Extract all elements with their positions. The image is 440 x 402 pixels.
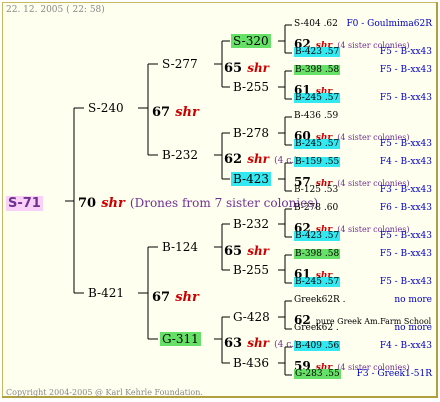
root-info: 70 shr (Drones from 7 sister colonies) [78, 192, 318, 211]
gen2-num: 62 [224, 152, 243, 167]
root-note: (Drones from 7 sister colonies) [129, 196, 319, 210]
gen2-shr: shr [247, 244, 269, 258]
gen1-info-1: 67 shr [152, 286, 199, 305]
gen4-top-id[interactable]: Greek62R . [294, 295, 346, 305]
gen2-num: 65 [224, 244, 243, 259]
gen3-node-0[interactable]: S-320 [231, 34, 271, 48]
gen4-right-bottom: F3 - Greek1-51R [356, 369, 432, 379]
gen4-right-top: F4 - B-xx43 [379, 157, 432, 167]
gen2-info-3: 63 shr (4 c.) [224, 332, 298, 351]
gen4-top-id[interactable]: B-398 .58 [294, 249, 341, 259]
gen4-bottom-id[interactable]: Greek62 . [294, 323, 339, 333]
gen4-bottom-id[interactable]: B-245 .57 [294, 93, 341, 103]
gen4-top-id[interactable]: B-409 .56 [294, 341, 341, 351]
gen1-num: 67 [152, 105, 171, 120]
gen1-shr: shr [175, 290, 199, 305]
gen4-right-top: F0 - Goulmima62R [346, 19, 432, 29]
gen2-node-3[interactable]: G-311 [160, 332, 201, 346]
gen3-node-2[interactable]: B-278 [233, 126, 269, 140]
gen2-node-2[interactable]: B-124 [162, 240, 198, 254]
gen2-info-1: 62 shr (4 c.) [224, 148, 298, 167]
gen3-node-6[interactable]: G-428 [233, 310, 270, 324]
gen4-right-top: F5 - B-xx43 [379, 249, 432, 259]
gen3-node-4[interactable]: B-232 [233, 217, 269, 231]
gen2-node-0[interactable]: S-277 [162, 57, 198, 71]
gen4-right-bottom: F3 - B-xx43 [379, 185, 432, 195]
gen3-node-5[interactable]: B-255 [233, 263, 269, 277]
gen4-bottom-id[interactable]: B-423 .57 [294, 231, 341, 241]
gen4-right-bottom: F5 - B-xx43 [379, 231, 432, 241]
gen4-bottom-id[interactable]: B-423 .57 [294, 47, 341, 57]
gen3-node-7[interactable]: B-436 [233, 356, 269, 370]
gen4-right-top: no more [394, 295, 432, 305]
gen1-node-0[interactable]: S-240 [88, 101, 124, 115]
gen3-node-3[interactable]: B-423 [231, 172, 271, 186]
gen2-shr: shr [247, 152, 269, 166]
gen1-num: 67 [152, 290, 171, 305]
gen4-top-id[interactable]: B-436 .59 [294, 111, 338, 121]
gen4-right-top: F4 - B-xx43 [379, 341, 432, 351]
gen4-right-bottom: F5 - B-xx43 [379, 139, 432, 149]
gen1-node-1[interactable]: B-421 [88, 286, 124, 300]
gen2-num: 65 [224, 61, 243, 76]
root-id: S-71 [6, 196, 43, 211]
gen2-shr: shr [247, 61, 269, 75]
gen4-right-bottom: F5 - B-xx43 [379, 277, 432, 287]
gen4-right-top: F5 - B-xx43 [379, 65, 432, 75]
pedigree-page: 22. 12. 2005 ( 22: 58) Copyright 2004-20… [2, 2, 438, 398]
gen4-right-bottom: no more [394, 323, 432, 333]
gen2-shr: shr [247, 336, 269, 350]
gen4-bottom-id[interactable]: B-245 .57 [294, 277, 341, 287]
gen4-bottom-id[interactable]: B-125 .53 [294, 185, 338, 195]
gen2-num: 63 [224, 336, 243, 351]
gen2-info-0: 65 shr [224, 57, 269, 76]
gen4-right-top: F6 - B-xx43 [379, 203, 432, 213]
gen4-right-bottom: F5 - B-xx43 [379, 47, 432, 57]
gen1-info-0: 67 shr [152, 101, 199, 120]
gen4-bottom-id[interactable]: G-283 .55 [294, 369, 341, 379]
gen4-top-id[interactable]: B-278 .60 [294, 203, 338, 213]
gen2-info-2: 65 shr [224, 240, 269, 259]
gen4-top-id[interactable]: B-159 .55 [294, 157, 341, 167]
gen4-right-bottom: F5 - B-xx43 [379, 93, 432, 103]
gen1-shr: shr [175, 105, 199, 120]
gen2-node-1[interactable]: B-232 [162, 148, 198, 162]
date-stamp: 22. 12. 2005 ( 22: 58) [6, 5, 105, 15]
gen4-top-id[interactable]: B-398 .58 [294, 65, 341, 75]
root-num: 70 [78, 196, 97, 211]
copyright: Copyright 2004-2005 @ Karl Kehrle Founda… [6, 388, 203, 397]
root-node[interactable]: S-71 [6, 192, 43, 211]
gen3-node-1[interactable]: B-255 [233, 80, 269, 94]
gen4-bottom-id[interactable]: B-245 .57 [294, 139, 341, 149]
gen4-top-id[interactable]: S-404 .62 [294, 19, 338, 29]
root-shr: shr [101, 196, 125, 211]
